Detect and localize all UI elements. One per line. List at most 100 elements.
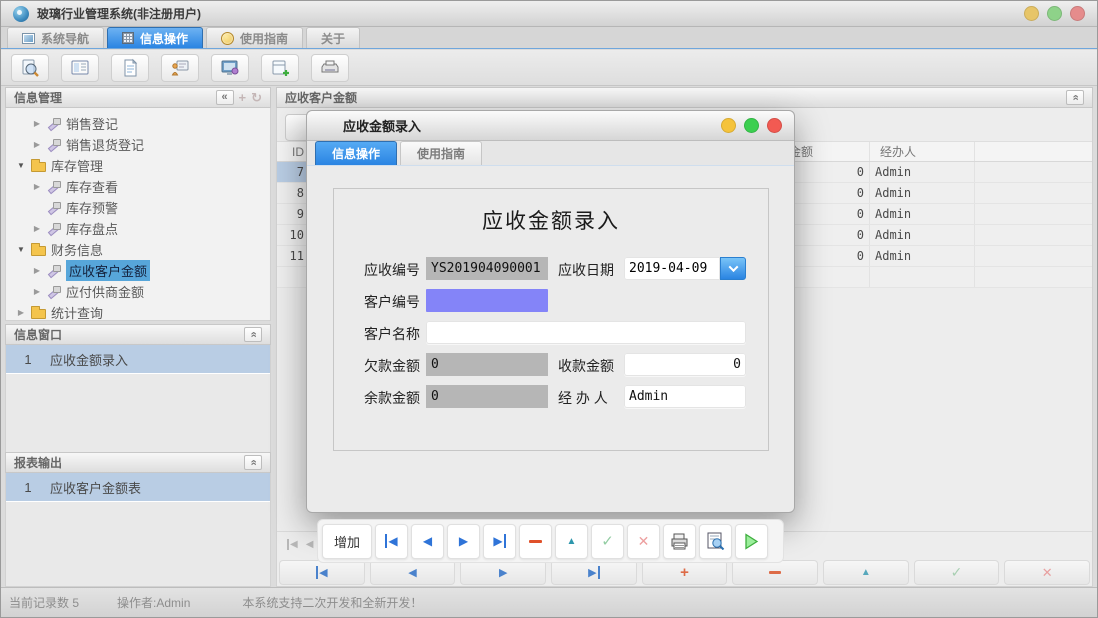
tool-icon [47, 117, 61, 130]
navigation-tree: 销售登记 销售退货登记 库存管理 库存查看 库存预警 [5, 108, 271, 321]
tab-system-nav[interactable]: 系统导航 [7, 27, 104, 48]
customer-no-input[interactable] [426, 289, 548, 312]
details-view-button[interactable] [61, 54, 99, 82]
edit-record-button[interactable] [823, 560, 909, 585]
search-icon [20, 58, 40, 78]
cancel-button[interactable] [627, 524, 660, 559]
folder-icon [31, 309, 46, 319]
app-window: 玻璃行业管理系统(非注册用户) 系统导航 信息操作 使用指南 关于 [0, 0, 1098, 618]
tool-icon [47, 222, 61, 235]
tab-info-ops[interactable]: 信息操作 [107, 27, 203, 48]
last-record-button[interactable] [483, 524, 516, 559]
confirm-button[interactable] [914, 560, 1000, 585]
tool-icon [47, 138, 61, 151]
status-message: 本系统支持二次开发和全新开发！ [242, 594, 422, 611]
tree-item-inventory-view[interactable]: 库存查看 [6, 176, 270, 197]
tree-item-payable[interactable]: 应付供商金额 [6, 281, 270, 302]
expand-arrow-icon[interactable] [32, 182, 42, 191]
list-item[interactable]: 1 应收客户金额表 [6, 473, 270, 502]
title-bar: 玻璃行业管理系统(非注册用户) [1, 1, 1097, 27]
expand-arrow-icon[interactable] [16, 308, 26, 317]
collapse-panel-button[interactable] [244, 455, 262, 470]
dialog-tab-info-ops[interactable]: 信息操作 [315, 141, 397, 165]
report-output-list: 1 应收客户金额表 [5, 473, 271, 587]
document-button[interactable] [111, 54, 149, 82]
tree-item-inventory-check[interactable]: 库存盘点 [6, 218, 270, 239]
device-button[interactable] [311, 54, 349, 82]
monitor-button[interactable] [211, 54, 249, 82]
first-icon [316, 566, 327, 579]
collapse-arrow-icon[interactable] [16, 245, 26, 254]
triangle-up-icon [567, 536, 577, 547]
search-button[interactable] [11, 54, 49, 82]
tree-item-inventory-mgmt[interactable]: 库存管理 [6, 155, 270, 176]
collapse-arrow-icon[interactable] [16, 161, 26, 170]
tool-icon [47, 201, 61, 214]
delete-button[interactable] [519, 524, 552, 559]
dialog-minimize-button[interactable] [721, 118, 736, 133]
first-record-button[interactable] [279, 560, 365, 585]
cross-icon [638, 533, 650, 550]
received-amount-input[interactable] [624, 353, 746, 376]
next-record-button[interactable] [460, 560, 546, 585]
expand-arrow-icon[interactable] [32, 287, 42, 296]
info-window-header: 信息窗口 [5, 324, 271, 345]
column-header-operator[interactable]: 经办人 [870, 142, 975, 161]
dialog-close-button[interactable] [767, 118, 782, 133]
tab-user-guide[interactable]: 使用指南 [206, 27, 303, 48]
insert-record-button[interactable] [642, 560, 728, 585]
received-amount-label: 收款金额 [558, 356, 614, 376]
add-button[interactable]: 增加 [322, 524, 372, 559]
chevron-down-icon [728, 262, 738, 272]
expand-arrow-icon[interactable] [32, 119, 42, 128]
edit-button[interactable] [555, 524, 588, 559]
collapse-panel-button[interactable] [244, 327, 262, 342]
next-record-button[interactable] [447, 524, 480, 559]
confirm-button[interactable] [591, 524, 624, 559]
print-preview-button[interactable] [699, 524, 732, 559]
cancel-button[interactable] [1004, 560, 1090, 585]
delete-record-button[interactable] [732, 560, 818, 585]
maximize-button[interactable] [1047, 6, 1062, 21]
operator-input[interactable] [624, 385, 746, 408]
close-button[interactable] [1070, 6, 1085, 21]
receivable-no-field: YS201904090001 [426, 257, 548, 280]
presentation-button[interactable] [161, 54, 199, 82]
debt-amount-label: 欠款金额 [364, 356, 420, 376]
prev-page-icon[interactable] [306, 539, 314, 550]
run-button[interactable] [735, 524, 768, 559]
last-record-button[interactable] [551, 560, 637, 585]
collapse-panel-button[interactable] [1066, 90, 1084, 105]
play-icon [744, 533, 759, 550]
tree-item-sales-return[interactable]: 销售退货登记 [6, 134, 270, 155]
dialog-tab-guide[interactable]: 使用指南 [400, 141, 482, 165]
expand-arrow-icon[interactable] [32, 224, 42, 233]
collapse-sidebar-button[interactable] [216, 90, 234, 105]
tree-item-receivable[interactable]: 应收客户金额 [6, 260, 270, 281]
report-output-header: 报表输出 [5, 452, 271, 473]
add-record-button[interactable] [261, 54, 299, 82]
first-page-icon[interactable] [287, 539, 298, 550]
date-dropdown-button[interactable] [720, 257, 746, 280]
tree-item-statistics[interactable]: 统计查询 [6, 302, 270, 321]
receivable-date-input[interactable] [624, 257, 720, 280]
tab-about[interactable]: 关于 [306, 27, 360, 48]
main-tab-bar: 系统导航 信息操作 使用指南 关于 [1, 27, 1097, 49]
receivable-entry-dialog: 应收金额录入 信息操作 使用指南 应收金额录入 应收编号 YS201904090… [306, 110, 795, 513]
first-record-button[interactable] [375, 524, 408, 559]
add-icon[interactable]: + [239, 90, 247, 105]
expand-arrow-icon[interactable] [32, 140, 42, 149]
tree-item-inventory-alert[interactable]: 库存预警 [6, 197, 270, 218]
dialog-maximize-button[interactable] [744, 118, 759, 133]
prev-record-button[interactable] [411, 524, 444, 559]
refresh-icon[interactable]: ↻ [251, 90, 262, 106]
prev-record-button[interactable] [370, 560, 456, 585]
expand-arrow-icon[interactable] [32, 266, 42, 275]
tree-item-finance-info[interactable]: 财务信息 [6, 239, 270, 260]
customer-name-input[interactable] [426, 321, 746, 344]
minimize-button[interactable] [1024, 6, 1039, 21]
list-item[interactable]: 1 应收金额录入 [6, 345, 270, 374]
tree-item-sales-register[interactable]: 销售登记 [6, 113, 270, 134]
print-button[interactable] [663, 524, 696, 559]
debt-amount-field: 0 [426, 353, 548, 376]
